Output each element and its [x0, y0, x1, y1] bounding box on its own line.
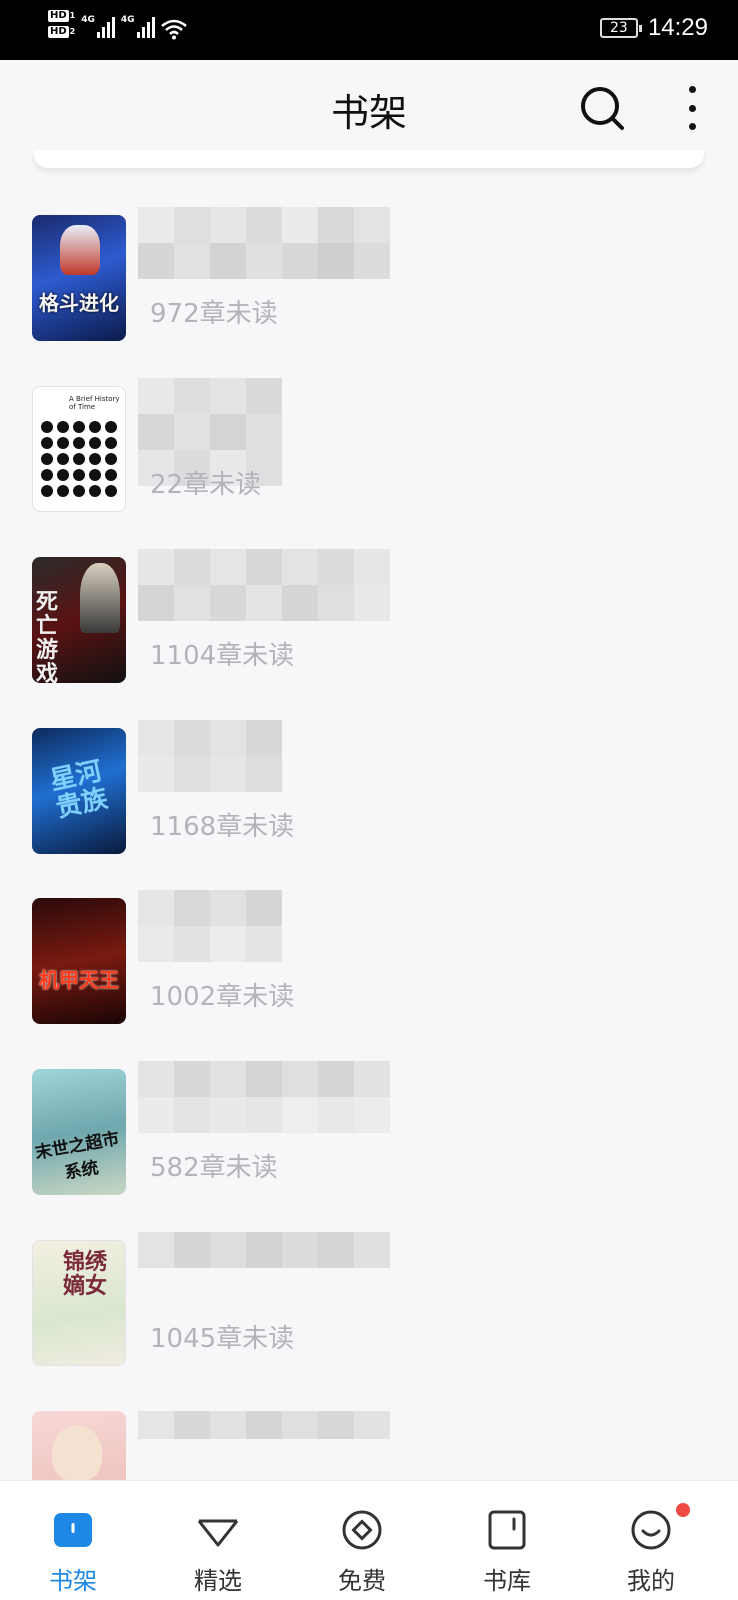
bookshelf-icon — [54, 1513, 92, 1547]
status-left: HD 1 HD 2 4G 4G — [48, 10, 187, 40]
blurred-title — [138, 207, 390, 279]
book-item[interactable]: A Brief History of Time 22章未读 — [32, 378, 632, 512]
unread-count: 1168章未读 — [150, 812, 295, 842]
book-cover[interactable]: 末世之超市系统 — [32, 1069, 126, 1195]
app-header: 书架 — [0, 60, 738, 160]
notification-badge — [676, 1503, 690, 1517]
blurred-title — [138, 1061, 390, 1133]
blurred-title — [138, 1232, 390, 1268]
status-bar: HD 1 HD 2 4G 4G 23 14:29 — [0, 0, 738, 60]
unread-count: 1104章未读 — [150, 641, 295, 671]
battery-icon: 23 — [599, 18, 642, 38]
header-card-edge — [34, 150, 704, 168]
tab-featured[interactable]: 精选 — [163, 1481, 273, 1600]
tab-label: 免费 — [338, 1567, 386, 1595]
bottom-nav: 书架 精选 免费 书库 我的 — [0, 1480, 738, 1600]
unread-count: 22章未读 — [150, 470, 262, 500]
book-item[interactable]: 末世之超市系统 582章未读 — [32, 1061, 632, 1195]
book-item[interactable]: 机甲天王 1002章未读 — [32, 890, 632, 1024]
blurred-title — [138, 890, 390, 962]
signal-2-icon: 4G — [121, 10, 155, 38]
clock: 14:29 — [647, 14, 708, 41]
blurred-title — [138, 549, 390, 621]
tab-free[interactable]: 免费 — [307, 1481, 417, 1600]
book-cover[interactable]: 锦绣嫡女 — [32, 1240, 126, 1366]
book-cover[interactable] — [32, 1411, 126, 1480]
page-title: 书架 — [330, 91, 407, 135]
book-item[interactable] — [32, 1411, 632, 1480]
tab-label: 我的 — [627, 1567, 675, 1595]
signal-1-icon: 4G — [81, 10, 115, 38]
more-menu-icon[interactable] — [680, 86, 704, 130]
tab-bookshelf[interactable]: 书架 — [18, 1481, 128, 1600]
featured-icon — [197, 1519, 239, 1547]
tab-library[interactable]: 书库 — [452, 1481, 562, 1600]
unread-count: 582章未读 — [150, 1153, 278, 1183]
book-item[interactable]: 格斗进化 972章未读 — [32, 207, 632, 341]
tab-label: 精选 — [194, 1567, 242, 1595]
sim2-indicator: HD 2 — [48, 26, 76, 38]
blurred-title — [138, 1411, 390, 1439]
sim1-indicator: HD 1 — [48, 10, 76, 22]
search-icon[interactable] — [578, 84, 626, 132]
book-cover[interactable]: 星河 贵族 — [32, 728, 126, 854]
profile-icon — [631, 1510, 671, 1550]
book-item[interactable]: 星河 贵族 1168章未读 — [32, 720, 632, 854]
tab-label: 书架 — [49, 1567, 97, 1595]
unread-count: 1045章未读 — [150, 1324, 295, 1354]
book-item[interactable]: 锦绣嫡女 1045章未读 — [32, 1232, 632, 1366]
book-item[interactable]: 死亡游戏 1104章未读 — [32, 549, 632, 683]
book-cover[interactable]: 格斗进化 — [32, 215, 126, 341]
book-cover[interactable]: 死亡游戏 — [32, 557, 126, 683]
unread-count: 972章未读 — [150, 299, 278, 329]
wifi-icon — [160, 19, 187, 40]
blurred-title — [138, 720, 390, 792]
tab-profile[interactable]: 我的 — [596, 1481, 706, 1600]
book-cover[interactable]: 机甲天王 — [32, 898, 126, 1024]
library-icon — [488, 1510, 526, 1550]
unread-count: 1002章未读 — [150, 982, 295, 1012]
free-icon — [342, 1510, 382, 1550]
book-cover[interactable]: A Brief History of Time — [32, 386, 126, 512]
tab-label: 书库 — [483, 1567, 531, 1595]
